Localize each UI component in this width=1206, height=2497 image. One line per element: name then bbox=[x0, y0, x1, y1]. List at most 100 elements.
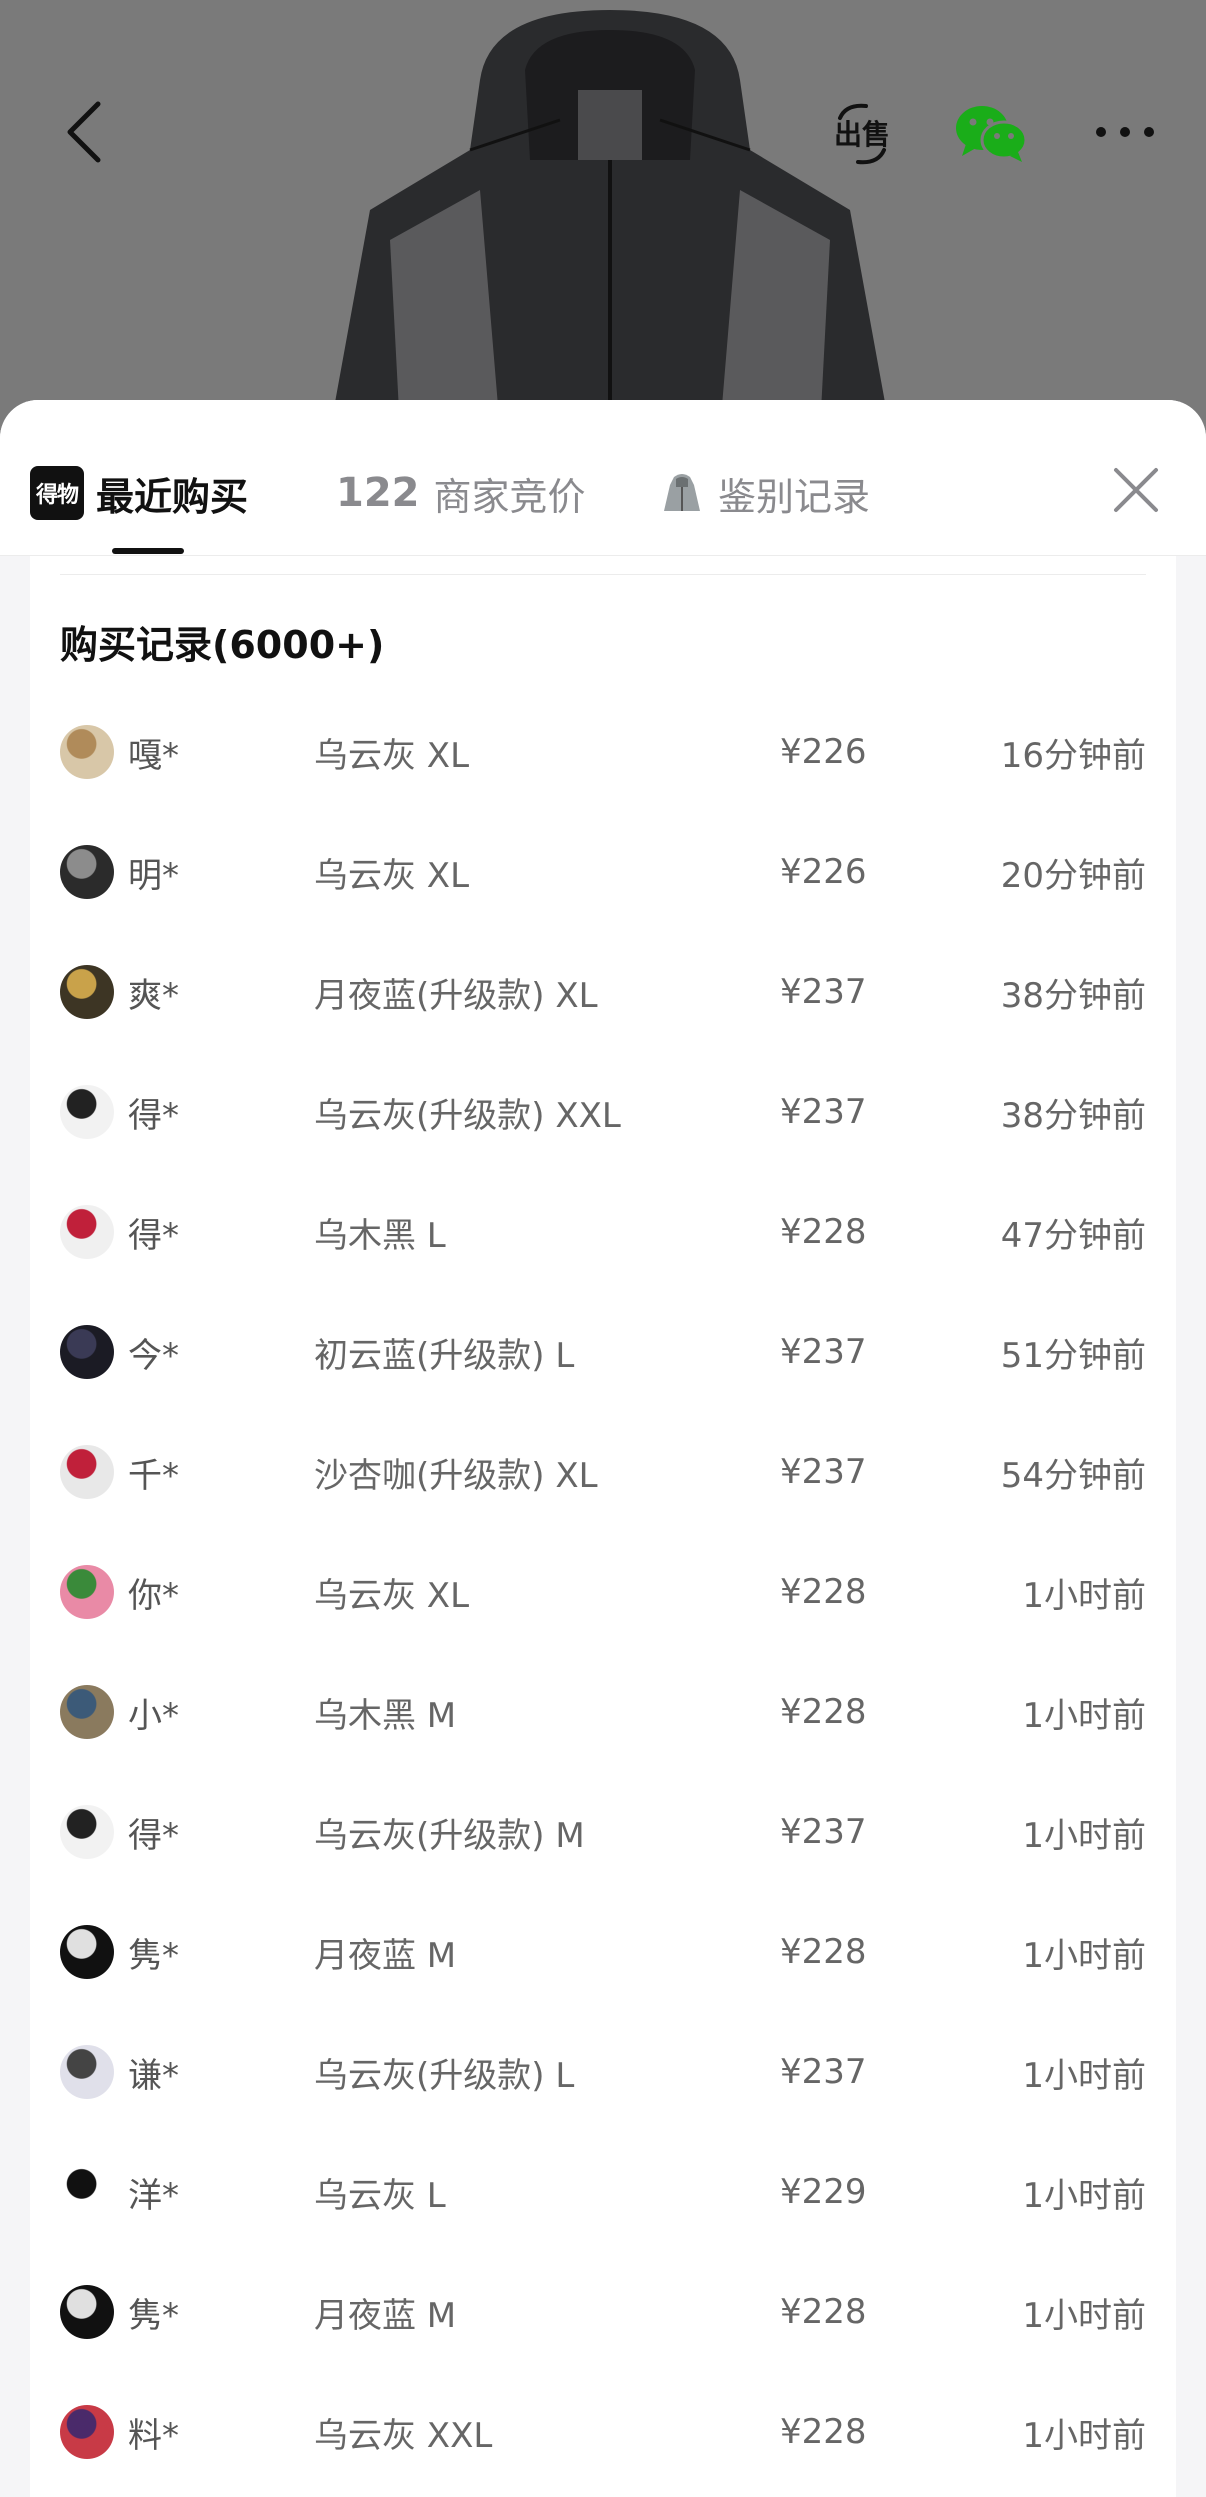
product-spec: 月夜蓝 M bbox=[314, 2295, 457, 2336]
purchase-records-sheet: 得物 最近购买 122 商家竞价 鉴别记录 购买记录(6000+) 嘎* 乌云灰 … bbox=[0, 400, 1206, 2497]
record-row: 谦* 乌云灰(升级款) L ¥237 1小时前 bbox=[30, 2012, 1176, 2132]
avatar bbox=[60, 1805, 114, 1859]
record-row: 爽* 月夜蓝(升级款) XL ¥237 38分钟前 bbox=[30, 932, 1176, 1052]
purchase-records-card: 购买记录(6000+) 嘎* 乌云灰 XL ¥226 16分钟前 明* 乌云灰 XL ¥22… bbox=[30, 556, 1176, 2497]
buyer-name: 今* bbox=[128, 1335, 179, 1376]
purchase-price: ¥237 bbox=[780, 1332, 867, 1372]
purchase-price: ¥229 bbox=[780, 2172, 867, 2212]
buyer-name: 爽* bbox=[128, 975, 179, 1016]
buyer-name: 你* bbox=[128, 1575, 179, 1616]
purchase-price: ¥237 bbox=[780, 1812, 867, 1852]
buyer-name: 千* bbox=[128, 1455, 179, 1496]
purchase-time: 1小时前 bbox=[1022, 2055, 1146, 2096]
buyer-name: 得* bbox=[128, 1215, 179, 1256]
product-spec: 初云蓝(升级款) L bbox=[314, 1335, 575, 1376]
purchase-time: 38分钟前 bbox=[1000, 1095, 1146, 1136]
tab-bar: 得物 最近购买 122 商家竞价 鉴别记录 bbox=[0, 400, 1206, 556]
record-row: 料* 乌云灰 XXL ¥228 1小时前 bbox=[30, 2372, 1176, 2492]
avatar bbox=[60, 2045, 114, 2099]
buyer-name: 隽* bbox=[128, 2295, 179, 2336]
product-spec: 沙杏咖(升级款) XL bbox=[314, 1455, 598, 1496]
tab-bids-label: 商家竞价 bbox=[433, 474, 586, 519]
avatar bbox=[60, 1445, 114, 1499]
buyer-name: 洋* bbox=[128, 2175, 179, 2216]
purchase-price: ¥228 bbox=[780, 1212, 867, 1252]
buyer-name: 小* bbox=[128, 1695, 179, 1736]
records-list: 嘎* 乌云灰 XL ¥226 16分钟前 明* 乌云灰 XL ¥226 20分钟前 爽* 月夜蓝(… bbox=[30, 692, 1176, 2492]
purchase-time: 54分钟前 bbox=[1000, 1455, 1146, 1496]
product-spec: 乌云灰 XXL bbox=[314, 2415, 493, 2456]
product-spec: 乌云灰 XL bbox=[314, 1575, 470, 1616]
brand-logo: 得物 bbox=[30, 466, 84, 520]
product-spec: 乌云灰 XL bbox=[314, 855, 470, 896]
product-jacket-image bbox=[331, 10, 889, 420]
purchase-time: 1小时前 bbox=[1022, 2415, 1146, 2456]
record-row: 你* 乌云灰 XL ¥228 1小时前 bbox=[30, 1532, 1176, 1652]
active-tab-indicator bbox=[112, 548, 184, 554]
purchase-price: ¥237 bbox=[780, 972, 867, 1012]
purchase-time: 20分钟前 bbox=[1000, 855, 1146, 896]
purchase-price: ¥237 bbox=[780, 2052, 867, 2092]
tab-merchant-bids[interactable]: 122 商家竞价 bbox=[336, 458, 586, 528]
buyer-name: 得* bbox=[128, 1095, 179, 1136]
purchase-price: ¥228 bbox=[780, 2292, 867, 2332]
product-spec: 月夜蓝 M bbox=[314, 1935, 457, 1976]
purchase-time: 1小时前 bbox=[1022, 1695, 1146, 1736]
record-row: 今* 初云蓝(升级款) L ¥237 51分钟前 bbox=[30, 1292, 1176, 1412]
purchase-time: 1小时前 bbox=[1022, 1575, 1146, 1616]
record-row: 得* 乌云灰(升级款) M ¥237 1小时前 bbox=[30, 1772, 1176, 1892]
sell-icon: 出售 bbox=[834, 103, 890, 165]
tab-bids-count: 122 bbox=[336, 470, 420, 516]
record-row: 得* 乌云灰(升级款) XXL ¥237 38分钟前 bbox=[30, 1052, 1176, 1172]
record-row: 嘎* 乌云灰 XL ¥226 16分钟前 bbox=[30, 692, 1176, 812]
product-spec: 乌云灰 XL bbox=[314, 735, 470, 776]
avatar bbox=[60, 1205, 114, 1259]
record-row: 明* 乌云灰 XL ¥226 20分钟前 bbox=[30, 812, 1176, 932]
tab-auth-label: 鉴别记录 bbox=[718, 474, 871, 519]
purchase-price: ¥228 bbox=[780, 1692, 867, 1732]
purchase-time: 1小时前 bbox=[1022, 1815, 1146, 1856]
product-spec: 乌云灰(升级款) M bbox=[314, 1815, 585, 1856]
buyer-name: 明* bbox=[128, 855, 179, 896]
avatar bbox=[60, 2285, 114, 2339]
avatar bbox=[60, 1685, 114, 1739]
product-spec: 乌云灰(升级款) XXL bbox=[314, 1095, 621, 1136]
tab-recent-label: 最近购买 bbox=[96, 474, 249, 519]
records-title: 购买记录(6000+) bbox=[60, 623, 385, 667]
wechat-icon bbox=[956, 106, 1028, 162]
avatar bbox=[60, 1925, 114, 1979]
product-spec: 乌木黑 L bbox=[314, 1215, 446, 1256]
tab-authentication-records[interactable]: 鉴别记录 bbox=[664, 458, 870, 528]
purchase-time: 1小时前 bbox=[1022, 2295, 1146, 2336]
close-icon[interactable] bbox=[1106, 460, 1166, 520]
product-spec: 乌云灰(升级款) L bbox=[314, 2055, 575, 2096]
buyer-name: 得* bbox=[128, 1815, 179, 1856]
avatar bbox=[60, 845, 114, 899]
back-arrow-icon bbox=[67, 101, 101, 163]
product-spec: 乌木黑 M bbox=[314, 1695, 457, 1736]
sell-button[interactable]: 出售 bbox=[820, 94, 904, 174]
wechat-share-button[interactable] bbox=[950, 98, 1034, 170]
purchase-time: 16分钟前 bbox=[1000, 735, 1146, 776]
svg-text:出售: 出售 bbox=[834, 118, 890, 151]
record-row: 隽* 月夜蓝 M ¥228 1小时前 bbox=[30, 2252, 1176, 2372]
record-row: 得* 乌木黑 L ¥228 47分钟前 bbox=[30, 1172, 1176, 1292]
tab-recent-purchases[interactable]: 得物 最近购买 bbox=[30, 458, 248, 528]
purchase-price: ¥226 bbox=[780, 852, 867, 892]
more-button[interactable] bbox=[1090, 110, 1160, 154]
purchase-price: ¥237 bbox=[780, 1092, 867, 1132]
record-row: 小* 乌木黑 M ¥228 1小时前 bbox=[30, 1652, 1176, 1772]
product-spec: 乌云灰 L bbox=[314, 2175, 446, 2216]
record-row: 洋* 乌云灰 L ¥229 1小时前 bbox=[30, 2132, 1176, 2252]
purchase-price: ¥228 bbox=[780, 1572, 867, 1612]
back-button[interactable] bbox=[52, 92, 116, 172]
product-image-area: 出售 bbox=[0, 0, 1206, 420]
record-row: 隽* 月夜蓝 M ¥228 1小时前 bbox=[30, 1892, 1176, 2012]
purchase-time: 1小时前 bbox=[1022, 2175, 1146, 2216]
more-icon bbox=[1096, 127, 1154, 137]
purchase-time: 38分钟前 bbox=[1000, 975, 1146, 1016]
avatar bbox=[60, 2165, 114, 2219]
purchase-price: ¥228 bbox=[780, 1932, 867, 1972]
purchase-price: ¥226 bbox=[780, 732, 867, 772]
purchase-time: 1小时前 bbox=[1022, 1935, 1146, 1976]
